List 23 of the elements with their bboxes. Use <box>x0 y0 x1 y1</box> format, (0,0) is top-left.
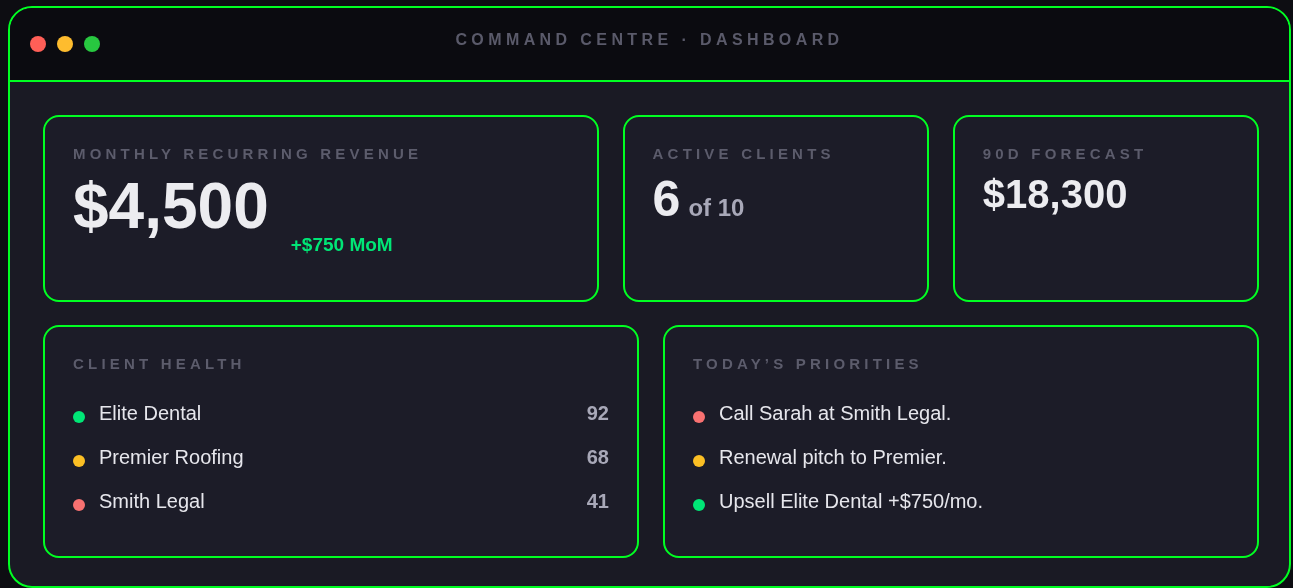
metric-delta: +$750 MoM <box>290 234 393 256</box>
metric-value: $4,500 <box>73 174 269 238</box>
metric-suffix: of 10 <box>688 194 745 222</box>
card-title: CLIENT HEALTH <box>73 355 247 372</box>
client-name: Smith Legal <box>99 490 206 513</box>
metric-value: $18,300 <box>982 174 1128 214</box>
health-score: 41 <box>586 490 609 513</box>
client-name: Premier Roofing <box>99 446 245 469</box>
card-title: TODAY’S PRIORITIES <box>693 355 924 372</box>
priority-text: Renewal pitch to Premier. <box>719 446 948 469</box>
window-control[interactable] <box>57 36 73 52</box>
priority-text: Call Sarah at Smith Legal. <box>719 402 953 425</box>
window-control[interactable] <box>84 36 100 52</box>
metric-label: MONTHLY RECURRING REVENUE <box>73 145 424 162</box>
health-score: 68 <box>586 446 609 469</box>
window-control[interactable] <box>30 36 46 52</box>
client-name: Elite Dental <box>99 402 203 425</box>
metric-value: 6 <box>652 174 681 224</box>
metric-label: ACTIVE CLIENTS <box>652 145 836 162</box>
health-score: 92 <box>586 402 609 425</box>
priority-text: Upsell Elite Dental +$750/mo. <box>719 490 985 513</box>
metric-label: 90D FORECAST <box>982 145 1149 162</box>
window-title: COMMAND CENTRE · DASHBOARD <box>455 30 844 49</box>
